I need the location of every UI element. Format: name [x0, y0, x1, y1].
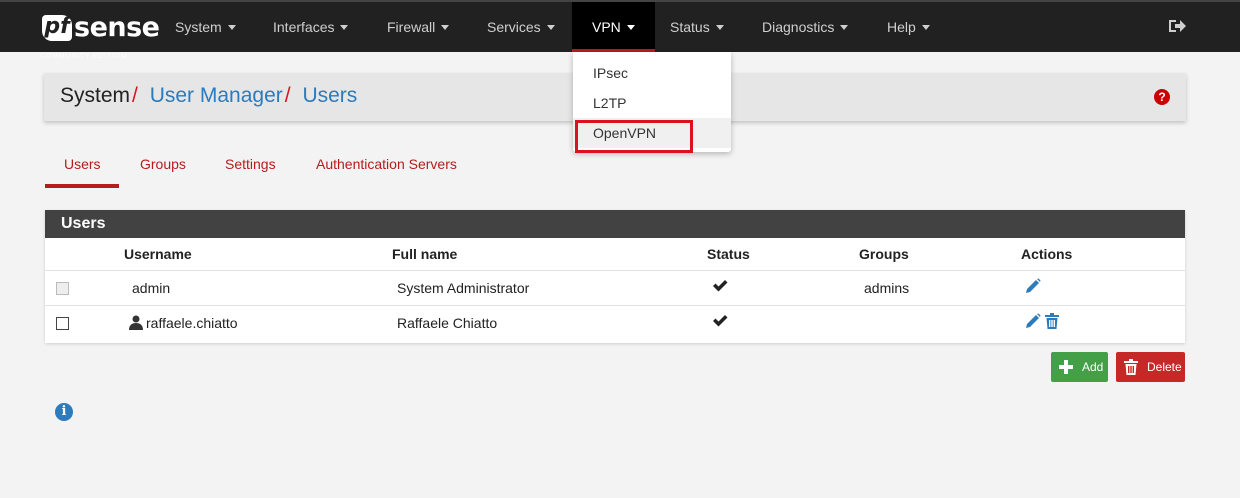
- column-header-fullname: Full name: [392, 246, 458, 262]
- nav-firewall-label: Firewall: [387, 19, 436, 35]
- users-panel: Users Username Full name Status Groups A…: [45, 210, 1185, 343]
- breadcrumb-root: System: [60, 84, 131, 107]
- nav-interfaces-label: Interfaces: [273, 19, 335, 35]
- caret-down-icon: [340, 24, 349, 30]
- nav-diagnostics[interactable]: Diagnostics: [762, 2, 849, 52]
- caret-down-icon: [441, 24, 450, 30]
- add-button-label: Add: [1082, 360, 1104, 374]
- info-circle-icon[interactable]: i: [55, 403, 73, 421]
- nav-vpn[interactable]: VPN: [572, 2, 655, 52]
- breadcrumb-separator: /: [284, 84, 291, 107]
- nav-system[interactable]: System: [175, 2, 236, 52]
- nav-status[interactable]: Status: [670, 2, 724, 52]
- plus-icon: [1059, 360, 1073, 374]
- trash-icon: [1124, 359, 1138, 375]
- column-header-groups: Groups: [859, 246, 909, 262]
- nav-services[interactable]: Services: [487, 2, 555, 52]
- edition-label: COMMUNITY EDITION: [40, 53, 127, 60]
- cell-username-wrap: raffaele.chiatto: [129, 315, 238, 331]
- pencil-icon[interactable]: [1025, 313, 1041, 329]
- row-checkbox[interactable]: [56, 282, 69, 295]
- row-checkbox[interactable]: [56, 317, 69, 330]
- caret-down-icon: [921, 24, 930, 30]
- nav-status-label: Status: [670, 19, 710, 35]
- nav-services-label: Services: [487, 19, 541, 35]
- cell-username: raffaele.chiatto: [146, 315, 238, 331]
- caret-down-icon: [546, 24, 555, 30]
- pencil-icon[interactable]: [1025, 278, 1041, 294]
- column-header-status: Status: [707, 246, 750, 262]
- cell-fullname: Raffaele Chiatto: [397, 315, 498, 331]
- top-navbar: pf sense COMMUNITY EDITION System Interf…: [0, 0, 1240, 60]
- breadcrumb: System/ User Manager/ Users: [60, 84, 357, 108]
- delete-button-label: Delete: [1147, 360, 1182, 374]
- caret-down-icon: [715, 24, 724, 30]
- caret-down-icon: [227, 24, 236, 30]
- table-row: admin System Administrator admins: [45, 270, 1185, 305]
- nav-firewall[interactable]: Firewall: [387, 2, 450, 52]
- tab-groups[interactable]: Groups: [140, 156, 186, 188]
- sign-out-icon[interactable]: [1168, 18, 1186, 34]
- column-header-username: Username: [124, 246, 192, 262]
- caret-down-icon: [626, 24, 635, 30]
- nav-interfaces[interactable]: Interfaces: [273, 2, 349, 52]
- nav-help-label: Help: [887, 19, 916, 35]
- breadcrumb-users[interactable]: Users: [302, 84, 357, 107]
- tab-authentication-servers[interactable]: Authentication Servers: [316, 156, 457, 188]
- caret-down-icon: [840, 24, 849, 30]
- menu-item-ipsec[interactable]: IPsec: [573, 58, 731, 88]
- table-row: raffaele.chiatto Raffaele Chiatto: [45, 305, 1185, 340]
- cell-groups: admins: [864, 280, 910, 296]
- delete-users-button[interactable]: Delete: [1116, 352, 1185, 382]
- add-user-button[interactable]: Add: [1051, 352, 1108, 382]
- check-icon: [713, 315, 728, 327]
- breadcrumb-separator: /: [132, 84, 138, 107]
- tab-settings[interactable]: Settings: [225, 156, 276, 188]
- nav-help[interactable]: Help: [887, 2, 930, 52]
- cell-fullname: System Administrator: [397, 280, 530, 296]
- menu-item-l2tp[interactable]: L2TP: [573, 88, 731, 118]
- openvpn-highlight-box: [575, 120, 693, 153]
- tab-users[interactable]: Users: [45, 156, 119, 188]
- nav-diagnostics-label: Diagnostics: [762, 19, 835, 35]
- logo-text: sense: [74, 12, 160, 43]
- logo-badge: pf: [42, 15, 72, 41]
- user-icon: [129, 315, 143, 330]
- breadcrumb-user-manager[interactable]: User Manager: [150, 84, 283, 107]
- cell-username: admin: [132, 280, 171, 296]
- nav-vpn-label: VPN: [592, 19, 621, 35]
- check-icon: [713, 280, 728, 292]
- nav-system-label: System: [175, 19, 222, 35]
- question-circle-icon[interactable]: ?: [1154, 89, 1170, 105]
- panel-title: Users: [45, 210, 1185, 238]
- trash-icon[interactable]: [1045, 313, 1059, 329]
- column-header-actions: Actions: [1021, 246, 1073, 262]
